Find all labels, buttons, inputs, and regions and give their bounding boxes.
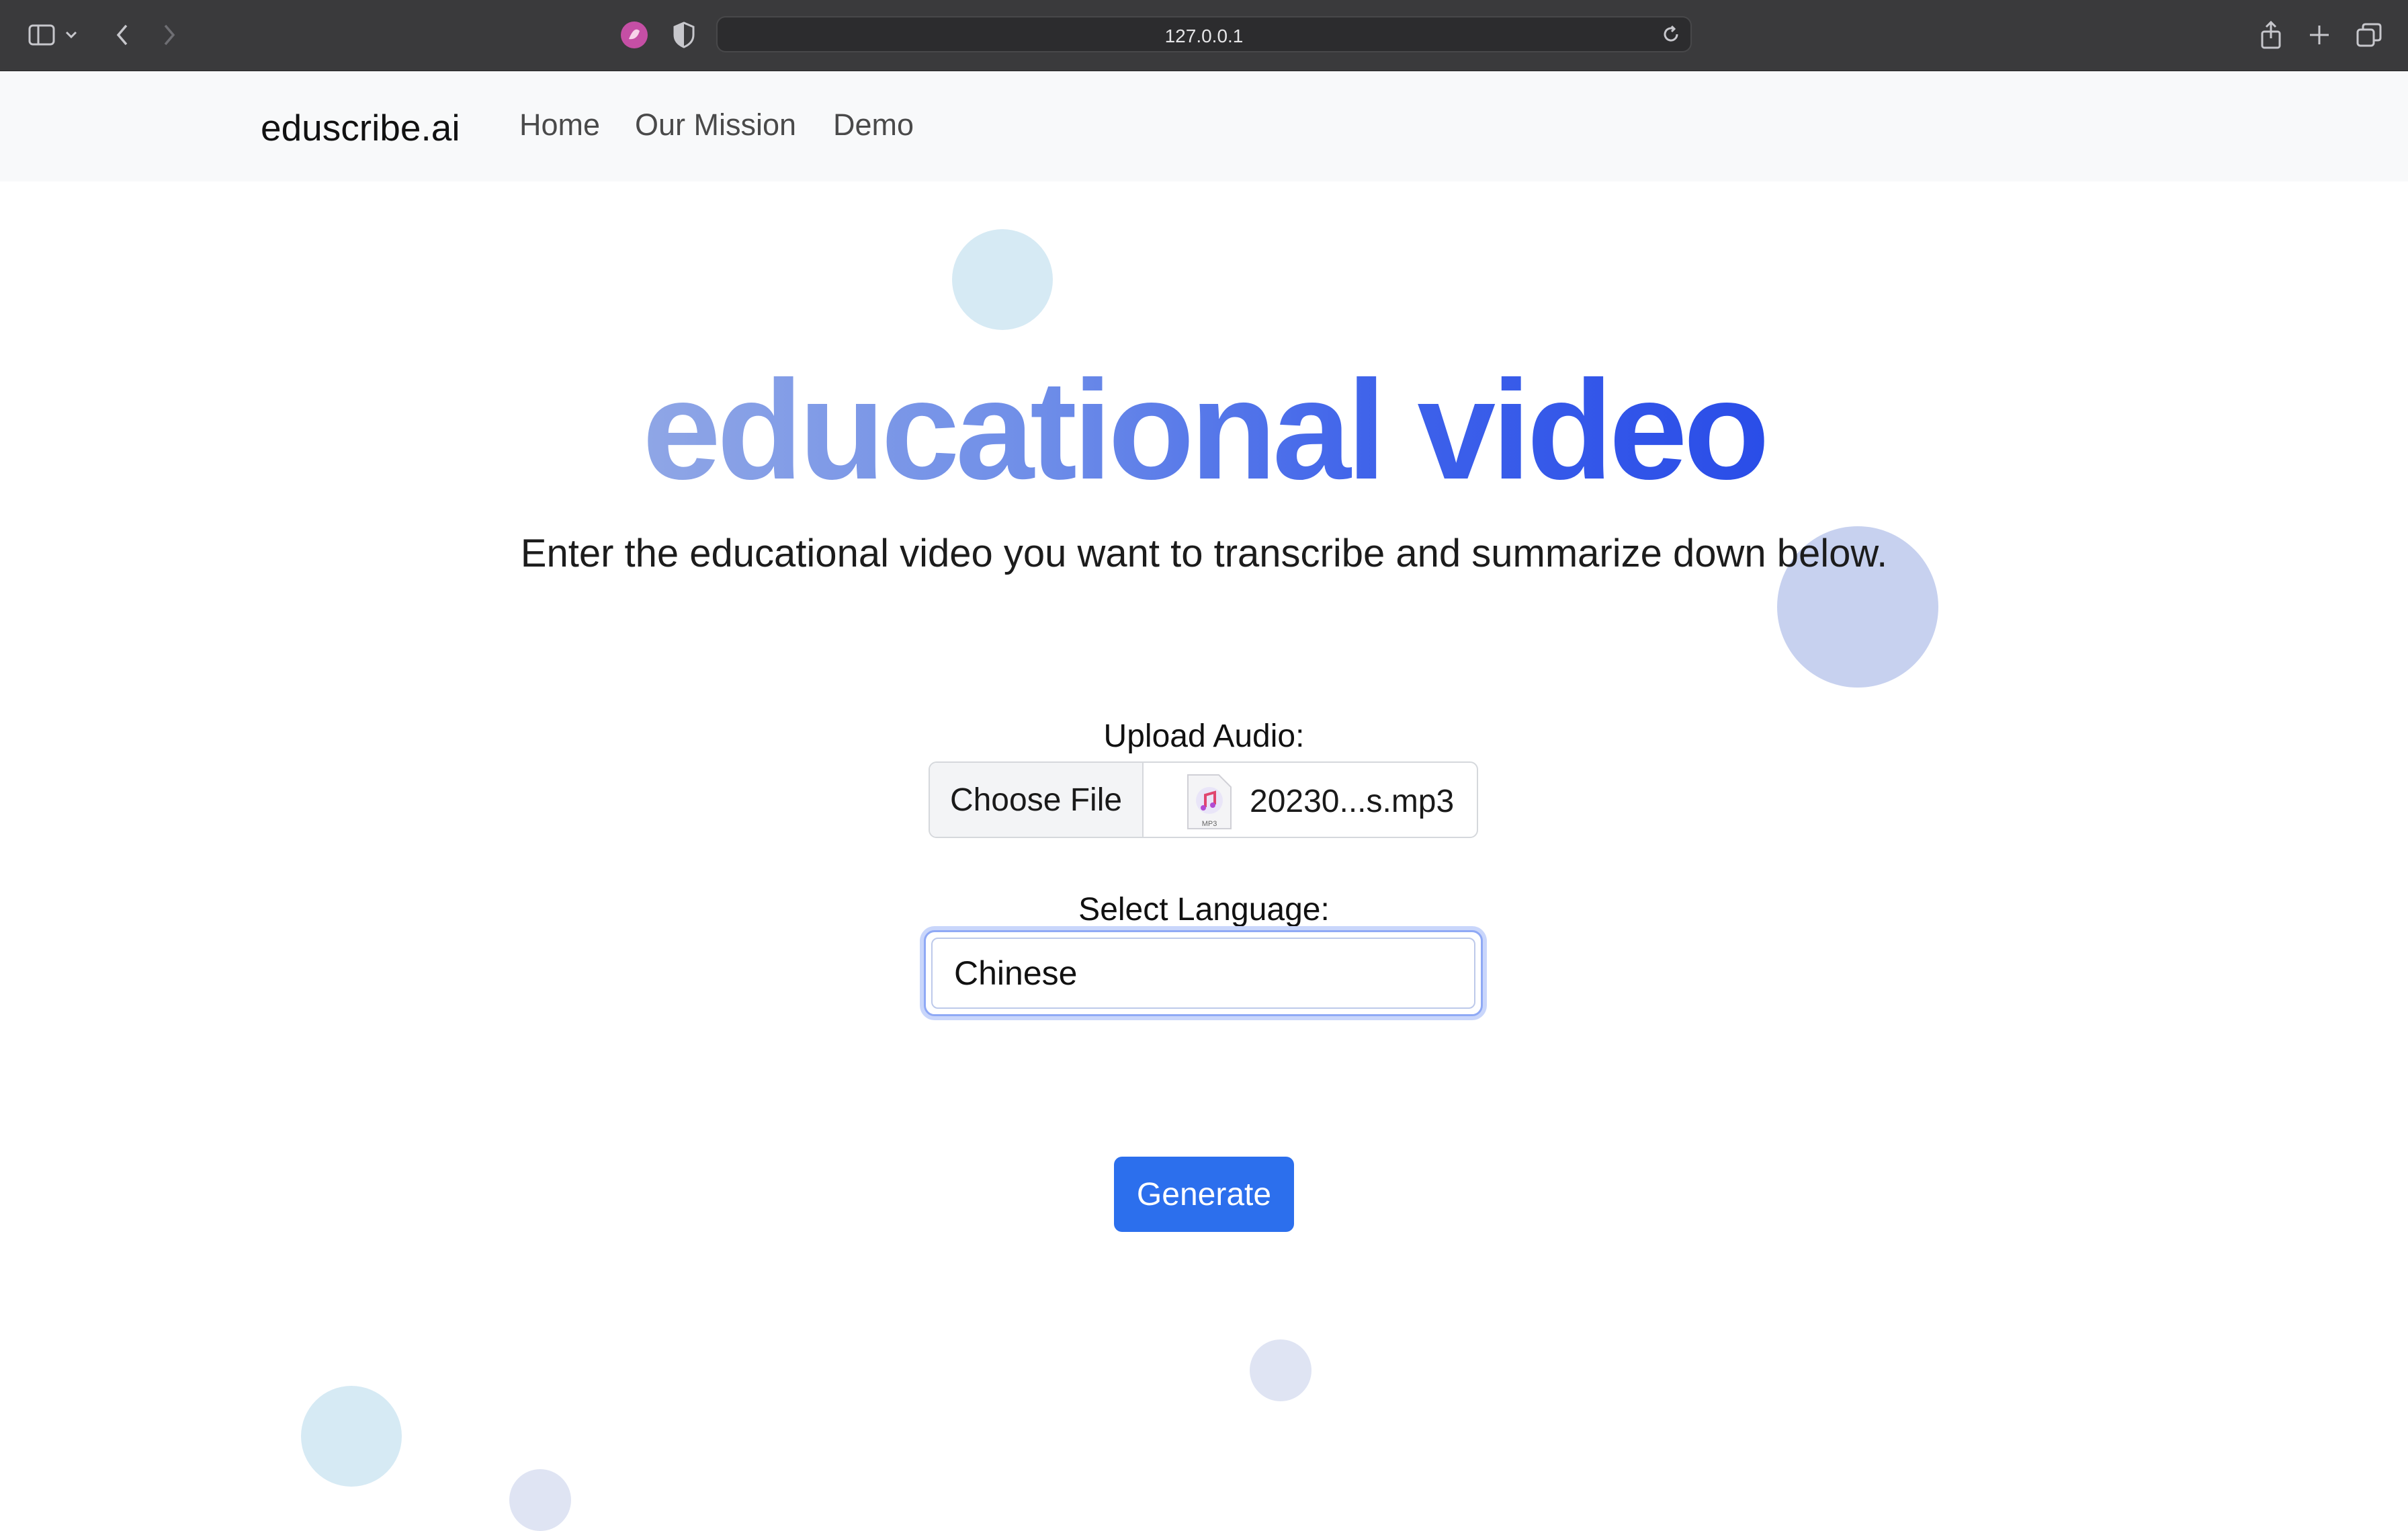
shield-icon[interactable]	[668, 20, 700, 50]
hero-title: educational video	[0, 349, 2408, 511]
decorative-bubble	[952, 229, 1053, 330]
site-navbar: eduscribe.ai Home Our Mission Demo	[0, 71, 2408, 181]
extension-icon[interactable]	[618, 20, 650, 50]
choose-file-button[interactable]: Choose File	[930, 763, 1144, 837]
new-tab-icon[interactable]	[2303, 20, 2335, 50]
mp3-file-icon: MP3	[1184, 772, 1235, 835]
file-icon-text: MP3	[1202, 820, 1217, 828]
chevron-down-icon[interactable]	[62, 20, 81, 50]
url-text: 127.0.0.1	[1164, 26, 1244, 46]
hero-title-text: educational video	[642, 351, 1770, 509]
decorative-bubble	[301, 1386, 402, 1487]
nav-link-home[interactable]: Home	[519, 108, 600, 142]
forward-icon[interactable]	[153, 20, 185, 50]
decorative-bubble	[509, 1469, 571, 1531]
language-selected-value: Chinese	[954, 954, 1078, 992]
audio-file-input[interactable]: Choose File MP3 20230...s.mp3	[929, 761, 1478, 838]
browser-toolbar: 127.0.0.1	[0, 0, 2408, 71]
brand-logo[interactable]: eduscribe.ai	[261, 106, 460, 149]
reload-icon[interactable]	[1661, 24, 1681, 44]
generate-button[interactable]: Generate	[1114, 1157, 1294, 1232]
tabs-overview-icon[interactable]	[2353, 20, 2385, 50]
hero-subtitle: Enter the educational video you want to …	[520, 532, 1888, 575]
decorative-bubble	[1250, 1339, 1312, 1401]
language-select[interactable]: Chinese	[924, 930, 1483, 1016]
select-language-label: Select Language:	[1078, 892, 1330, 927]
sidebar-icon[interactable]	[26, 20, 58, 50]
share-icon[interactable]	[2255, 20, 2287, 50]
nav-link-demo[interactable]: Demo	[833, 108, 914, 142]
upload-audio-label: Upload Audio:	[1103, 718, 1305, 754]
back-icon[interactable]	[106, 20, 138, 50]
nav-link-our-mission[interactable]: Our Mission	[635, 108, 796, 142]
selected-file-name: 20230...s.mp3	[1250, 784, 1455, 819]
address-bar[interactable]: 127.0.0.1	[716, 16, 1692, 52]
